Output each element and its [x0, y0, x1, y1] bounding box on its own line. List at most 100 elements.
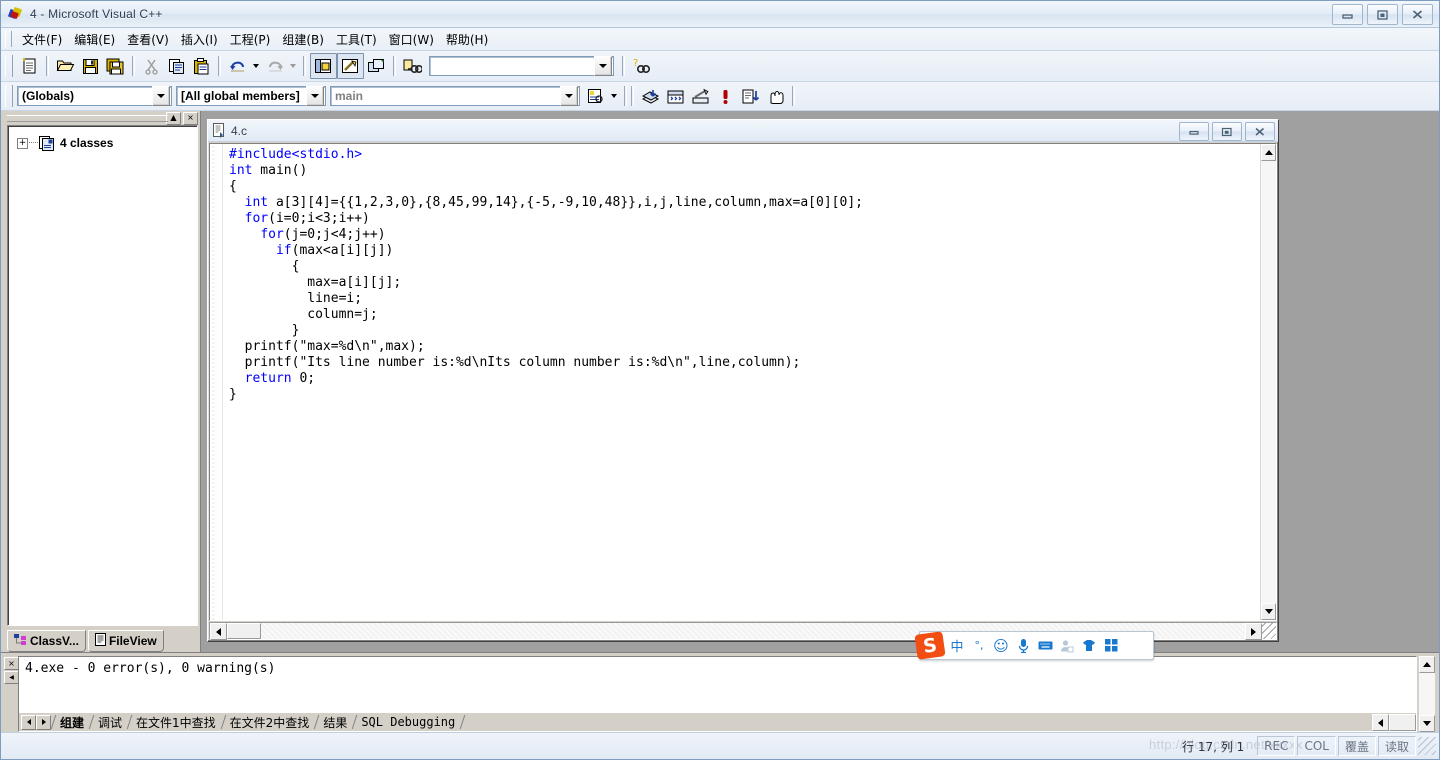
horizontal-scroll-thumb[interactable]	[227, 623, 261, 639]
output-horizontal-scrollbar[interactable]	[1372, 714, 1416, 731]
output-tabs-next-button[interactable]	[36, 714, 51, 730]
ime-soft-keyboard-icon[interactable]	[1036, 636, 1054, 656]
ime-chinese-mode-icon[interactable]: 中	[948, 636, 966, 656]
menubar-grip[interactable]	[5, 31, 12, 47]
output-tab-find-in-files-2[interactable]: 在文件2中查找	[220, 713, 317, 731]
undo-dropdown-icon[interactable]	[250, 54, 262, 78]
editor-restore-button[interactable]	[1212, 122, 1242, 141]
output-vertical-track[interactable]	[1419, 673, 1435, 715]
scroll-up-button[interactable]	[1261, 144, 1276, 161]
redo-icon[interactable]	[262, 54, 287, 78]
new-text-file-icon[interactable]	[17, 54, 42, 78]
workspace-close-button[interactable]: ×	[183, 111, 198, 125]
menu-item-view[interactable]: 查看(V)	[121, 29, 175, 50]
wizard-bar-grip[interactable]	[5, 85, 13, 107]
output-tab-results[interactable]: 结果	[314, 713, 354, 731]
scroll-right-button[interactable]	[1245, 623, 1262, 640]
tab-fileview[interactable]: FileView	[87, 630, 164, 652]
code-line: line=i;	[229, 291, 1260, 307]
members-combo-arrow-icon[interactable]	[306, 86, 324, 106]
editor-vertical-scrollbar[interactable]	[1260, 144, 1276, 620]
output-tab-build[interactable]: 组建	[50, 713, 91, 731]
undo-icon[interactable]	[225, 54, 250, 78]
ime-toolbox-icon[interactable]	[1102, 636, 1120, 656]
search-help-icon[interactable]: ?	[629, 54, 654, 78]
output-tab-find-in-files-1[interactable]: 在文件1中查找	[126, 713, 223, 731]
output-scroll-left-button[interactable]	[1372, 714, 1389, 731]
find-combo[interactable]	[429, 56, 614, 76]
menu-item-file[interactable]: 文件(F)	[16, 29, 68, 50]
wizardbar-action-icon[interactable]	[583, 84, 608, 108]
members-combo[interactable]: [All global members]	[176, 86, 326, 106]
function-combo-arrow-icon[interactable]	[560, 86, 578, 106]
tab-classview[interactable]: ClassV...	[7, 630, 86, 652]
build-icon[interactable]	[663, 84, 688, 108]
output-scroll-up-button[interactable]	[1419, 656, 1435, 673]
ime-skin-icon[interactable]	[1080, 636, 1098, 656]
function-combo[interactable]: main	[330, 86, 580, 106]
menu-item-project[interactable]: 工程(P)	[224, 29, 277, 50]
sogou-logo-icon[interactable]: S	[914, 631, 946, 660]
save-icon[interactable]	[78, 54, 103, 78]
menu-item-insert[interactable]: 插入(I)	[175, 29, 224, 50]
build-output-text[interactable]: 4.exe - 0 error(s), 0 warning(s)	[19, 657, 1416, 712]
find-combo-arrow-icon[interactable]	[594, 56, 612, 76]
compile-icon[interactable]	[638, 84, 663, 108]
workspace-window-icon[interactable]	[310, 53, 337, 79]
save-all-icon[interactable]	[103, 54, 128, 78]
minimize-button[interactable]	[1332, 4, 1363, 25]
cut-scissors-icon[interactable]	[139, 54, 164, 78]
sogou-ime-toolbar[interactable]: S 中 °, ☺	[914, 631, 1154, 660]
open-folder-icon[interactable]	[53, 54, 78, 78]
output-scroll-thumb[interactable]	[1389, 714, 1416, 731]
window-list-icon[interactable]	[364, 54, 389, 78]
scroll-down-button[interactable]	[1261, 603, 1276, 620]
output-close-button[interactable]: ×	[4, 657, 19, 670]
ime-punctuation-mode-icon[interactable]: °,	[970, 636, 988, 656]
wizardbar-dropdown-icon[interactable]	[608, 84, 620, 108]
find-in-files-icon[interactable]	[400, 54, 425, 78]
output-tab-sql-debugging[interactable]: SQL Debugging	[352, 713, 462, 731]
scroll-left-button[interactable]	[210, 623, 227, 640]
menu-item-edit[interactable]: 编辑(E)	[68, 29, 121, 50]
copy-icon[interactable]	[164, 54, 189, 78]
stop-build-icon[interactable]	[688, 84, 713, 108]
editor-minimize-button[interactable]	[1179, 122, 1209, 141]
go-debug-icon[interactable]	[738, 84, 763, 108]
ime-emoji-icon[interactable]: ☺	[992, 636, 1010, 656]
redo-dropdown-icon[interactable]	[287, 54, 299, 78]
output-tabs-prev-button[interactable]	[21, 714, 36, 730]
vertical-scroll-track[interactable]	[1261, 161, 1276, 603]
class-tree[interactable]: + 4 classes	[7, 125, 198, 626]
output-scroll-down-button[interactable]	[1419, 715, 1435, 732]
menu-item-help[interactable]: 帮助(H)	[440, 29, 494, 50]
scope-combo[interactable]: (Globals)	[17, 86, 172, 106]
output-vertical-scrollbar[interactable]	[1419, 656, 1435, 732]
tree-item-classes[interactable]: + 4 classes	[8, 134, 197, 152]
tree-item-label: 4 classes	[60, 136, 114, 150]
standard-toolbar-grip[interactable]	[5, 55, 13, 77]
editor-close-button[interactable]	[1245, 122, 1275, 141]
maximize-button[interactable]	[1367, 4, 1398, 25]
status-resize-grip[interactable]	[1418, 737, 1436, 755]
workspace-minimize-button[interactable]: ▲	[166, 111, 181, 125]
editor-gutter[interactable]	[210, 144, 223, 620]
output-minimize-button[interactable]: ◀	[4, 671, 19, 684]
scope-combo-arrow-icon[interactable]	[152, 86, 170, 106]
paste-icon[interactable]	[189, 54, 214, 78]
output-tab-debug[interactable]: 调试	[88, 713, 129, 731]
insert-breakpoint-icon[interactable]	[763, 84, 788, 108]
source-code-text[interactable]: #include<stdio.h> int main(){ int a[3][4]…	[223, 144, 1260, 620]
menu-item-build[interactable]: 组建(B)	[276, 29, 330, 50]
execute-icon[interactable]	[713, 84, 738, 108]
menu-item-window[interactable]: 窗口(W)	[383, 29, 440, 50]
tree-expander-icon[interactable]: +	[17, 137, 28, 149]
menu-item-tools[interactable]: 工具(T)	[330, 29, 383, 50]
code-text: (max<a[i][j])	[291, 243, 394, 258]
ime-voice-input-icon[interactable]	[1014, 636, 1032, 656]
window-resize-grip[interactable]	[1262, 623, 1276, 639]
ime-user-account-icon[interactable]	[1058, 636, 1076, 656]
close-button[interactable]	[1402, 4, 1433, 25]
output-window-icon[interactable]	[337, 53, 364, 79]
